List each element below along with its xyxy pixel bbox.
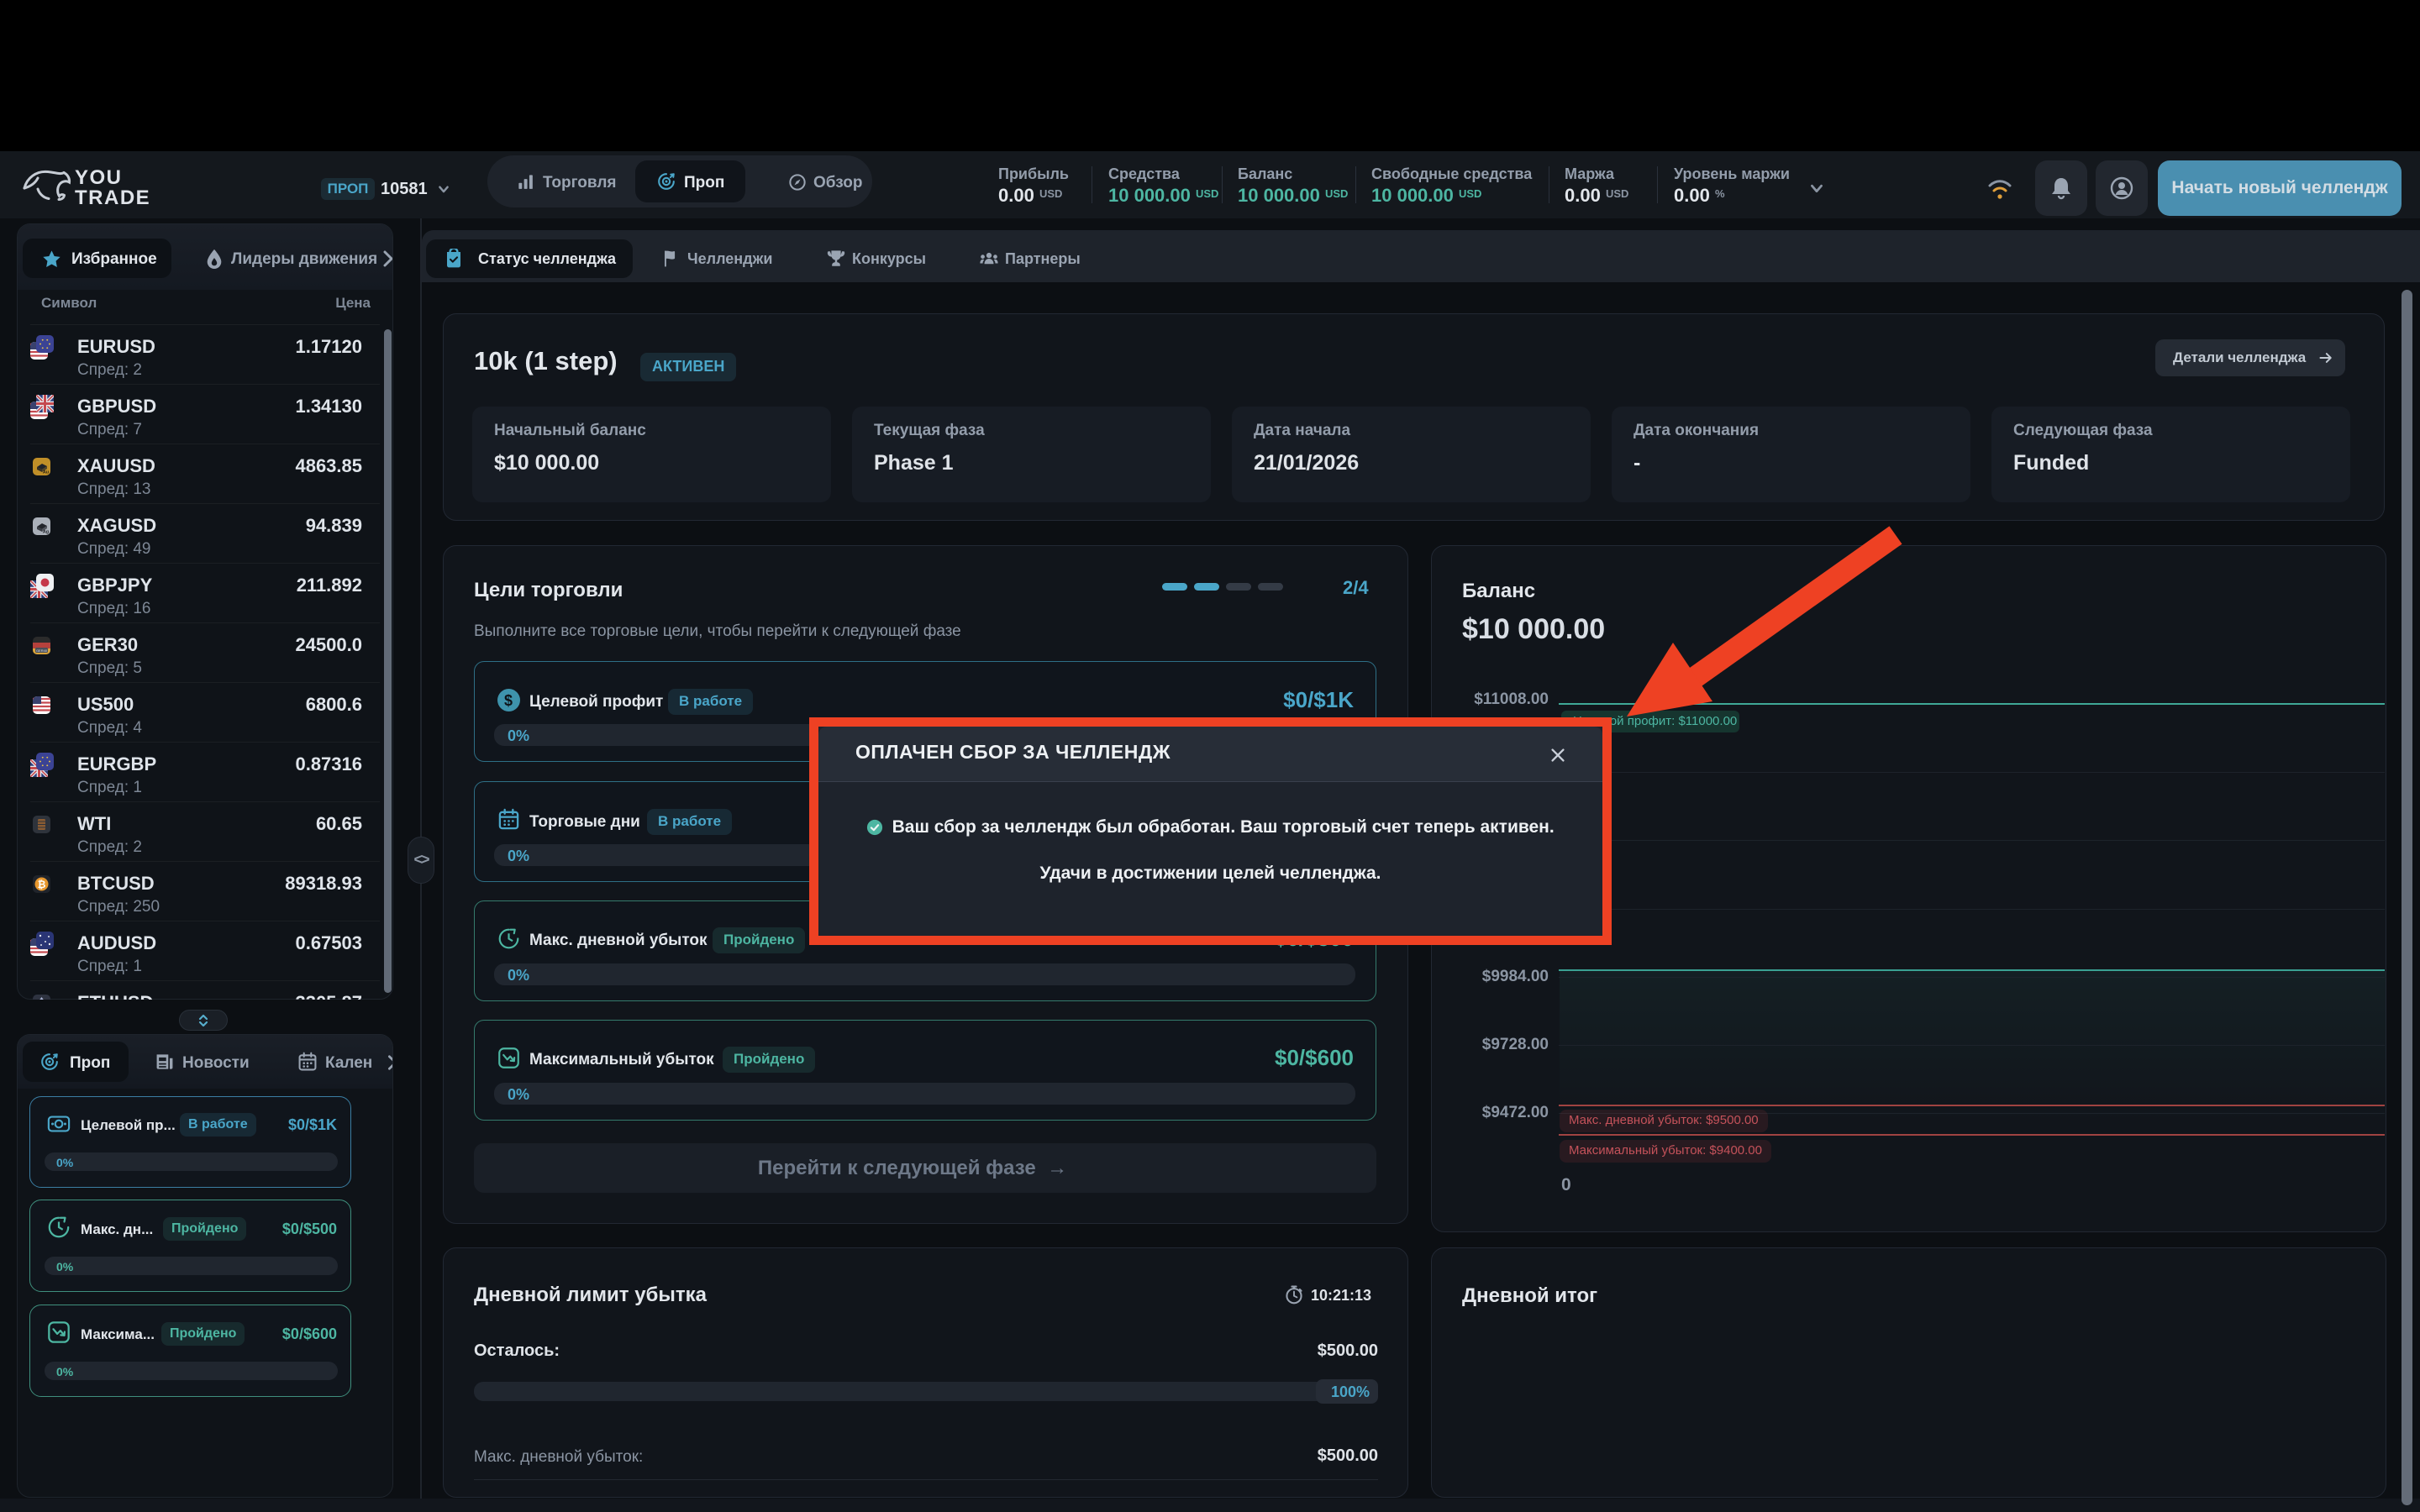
- svg-text:Au: Au: [43, 470, 49, 475]
- svg-text:GER40: GER40: [36, 648, 48, 653]
- svg-text:₿: ₿: [38, 879, 46, 890]
- svg-text:Ag: Ag: [43, 530, 49, 535]
